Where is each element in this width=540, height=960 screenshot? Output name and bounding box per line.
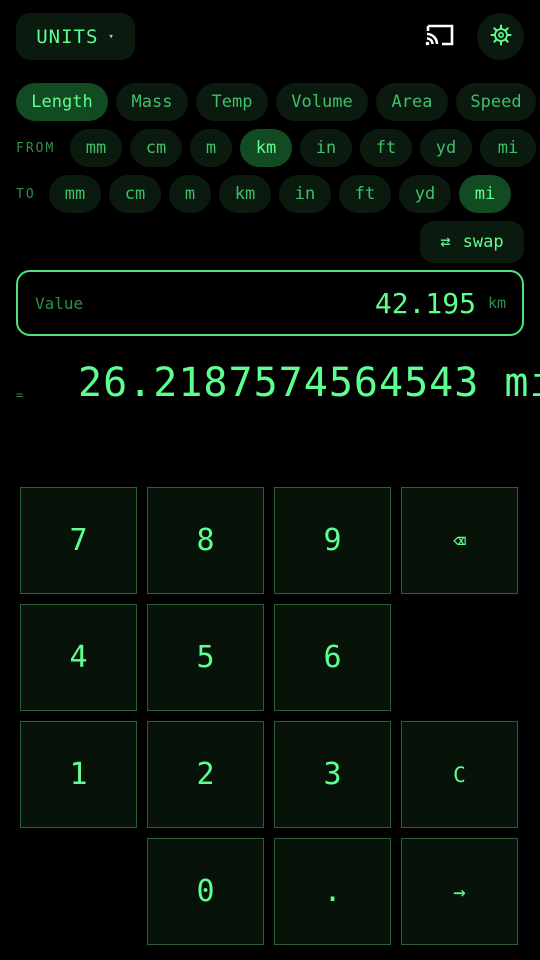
- top-bar: UNITS ▾: [0, 0, 540, 72]
- tab-length[interactable]: Length: [16, 83, 108, 121]
- key-3[interactable]: 3: [274, 721, 391, 828]
- from-unit-km[interactable]: km: [240, 129, 292, 167]
- to-unit-yd[interactable]: yd: [399, 175, 451, 213]
- units-menu-button[interactable]: UNITS ▾: [16, 13, 135, 60]
- key-7[interactable]: 7: [20, 487, 137, 594]
- from-unit-m[interactable]: m: [190, 129, 232, 167]
- key-6[interactable]: 6: [274, 604, 391, 711]
- from-label: FROM: [16, 140, 56, 156]
- cast-icon: [424, 22, 456, 52]
- from-unit-ft[interactable]: ft: [360, 129, 412, 167]
- to-label: TO: [16, 186, 36, 202]
- from-unit-in[interactable]: in: [300, 129, 352, 167]
- from-unit-mm[interactable]: mm: [70, 129, 122, 167]
- value-unit: km: [487, 294, 506, 312]
- tab-area[interactable]: Area: [376, 83, 448, 121]
- equals-sign: =: [16, 388, 24, 402]
- tab-mass[interactable]: Mass: [116, 83, 188, 121]
- to-unit-mi[interactable]: mi: [459, 175, 511, 213]
- gear-icon: [490, 24, 512, 50]
- to-unit-km[interactable]: km: [219, 175, 271, 213]
- key-4[interactable]: 4: [20, 604, 137, 711]
- chevron-down-icon: ▾: [108, 31, 115, 42]
- from-unit-yd[interactable]: yd: [420, 129, 472, 167]
- to-unit-m[interactable]: m: [169, 175, 211, 213]
- category-tabs: Length Mass Temp Volume Area Speed: [0, 83, 540, 123]
- to-unit-row: TO mm cm m km in ft yd mi: [0, 175, 540, 215]
- units-menu-label: UNITS: [36, 25, 99, 48]
- enter-key[interactable]: →: [401, 838, 518, 945]
- to-unit-in[interactable]: in: [279, 175, 331, 213]
- from-unit-mi[interactable]: mi: [480, 129, 536, 167]
- swap-button[interactable]: ⇄ swap: [420, 221, 524, 263]
- backspace-key[interactable]: ⌫: [401, 487, 518, 594]
- key-5[interactable]: 5: [147, 604, 264, 711]
- backspace-icon: ⌫: [453, 528, 466, 553]
- tab-volume[interactable]: Volume: [276, 83, 368, 121]
- to-unit-ft[interactable]: ft: [339, 175, 391, 213]
- key-9[interactable]: 9: [274, 487, 391, 594]
- clear-key[interactable]: C: [401, 721, 518, 828]
- swap-label: swap: [462, 232, 504, 252]
- tab-temp[interactable]: Temp: [196, 83, 268, 121]
- swap-icon: ⇄: [440, 232, 451, 252]
- key-1[interactable]: 1: [20, 721, 137, 828]
- conversion-result: 26.2187574564543 mi: [78, 360, 540, 406]
- to-unit-cm[interactable]: cm: [109, 175, 161, 213]
- cast-button[interactable]: [416, 13, 463, 60]
- key-0[interactable]: 0: [147, 838, 264, 945]
- key-2[interactable]: 2: [147, 721, 264, 828]
- from-unit-row: FROM mm cm m km in ft yd mi: [0, 129, 540, 169]
- key-decimal[interactable]: .: [274, 838, 391, 945]
- tab-speed[interactable]: Speed: [456, 83, 536, 121]
- from-unit-cm[interactable]: cm: [130, 129, 182, 167]
- settings-button[interactable]: [477, 13, 524, 60]
- value-number: 42.195: [374, 286, 476, 320]
- arrow-right-icon: →: [453, 879, 466, 904]
- to-unit-mm[interactable]: mm: [49, 175, 101, 213]
- value-input[interactable]: Value 42.195 km: [16, 270, 524, 336]
- value-label: Value: [35, 293, 84, 313]
- key-8[interactable]: 8: [147, 487, 264, 594]
